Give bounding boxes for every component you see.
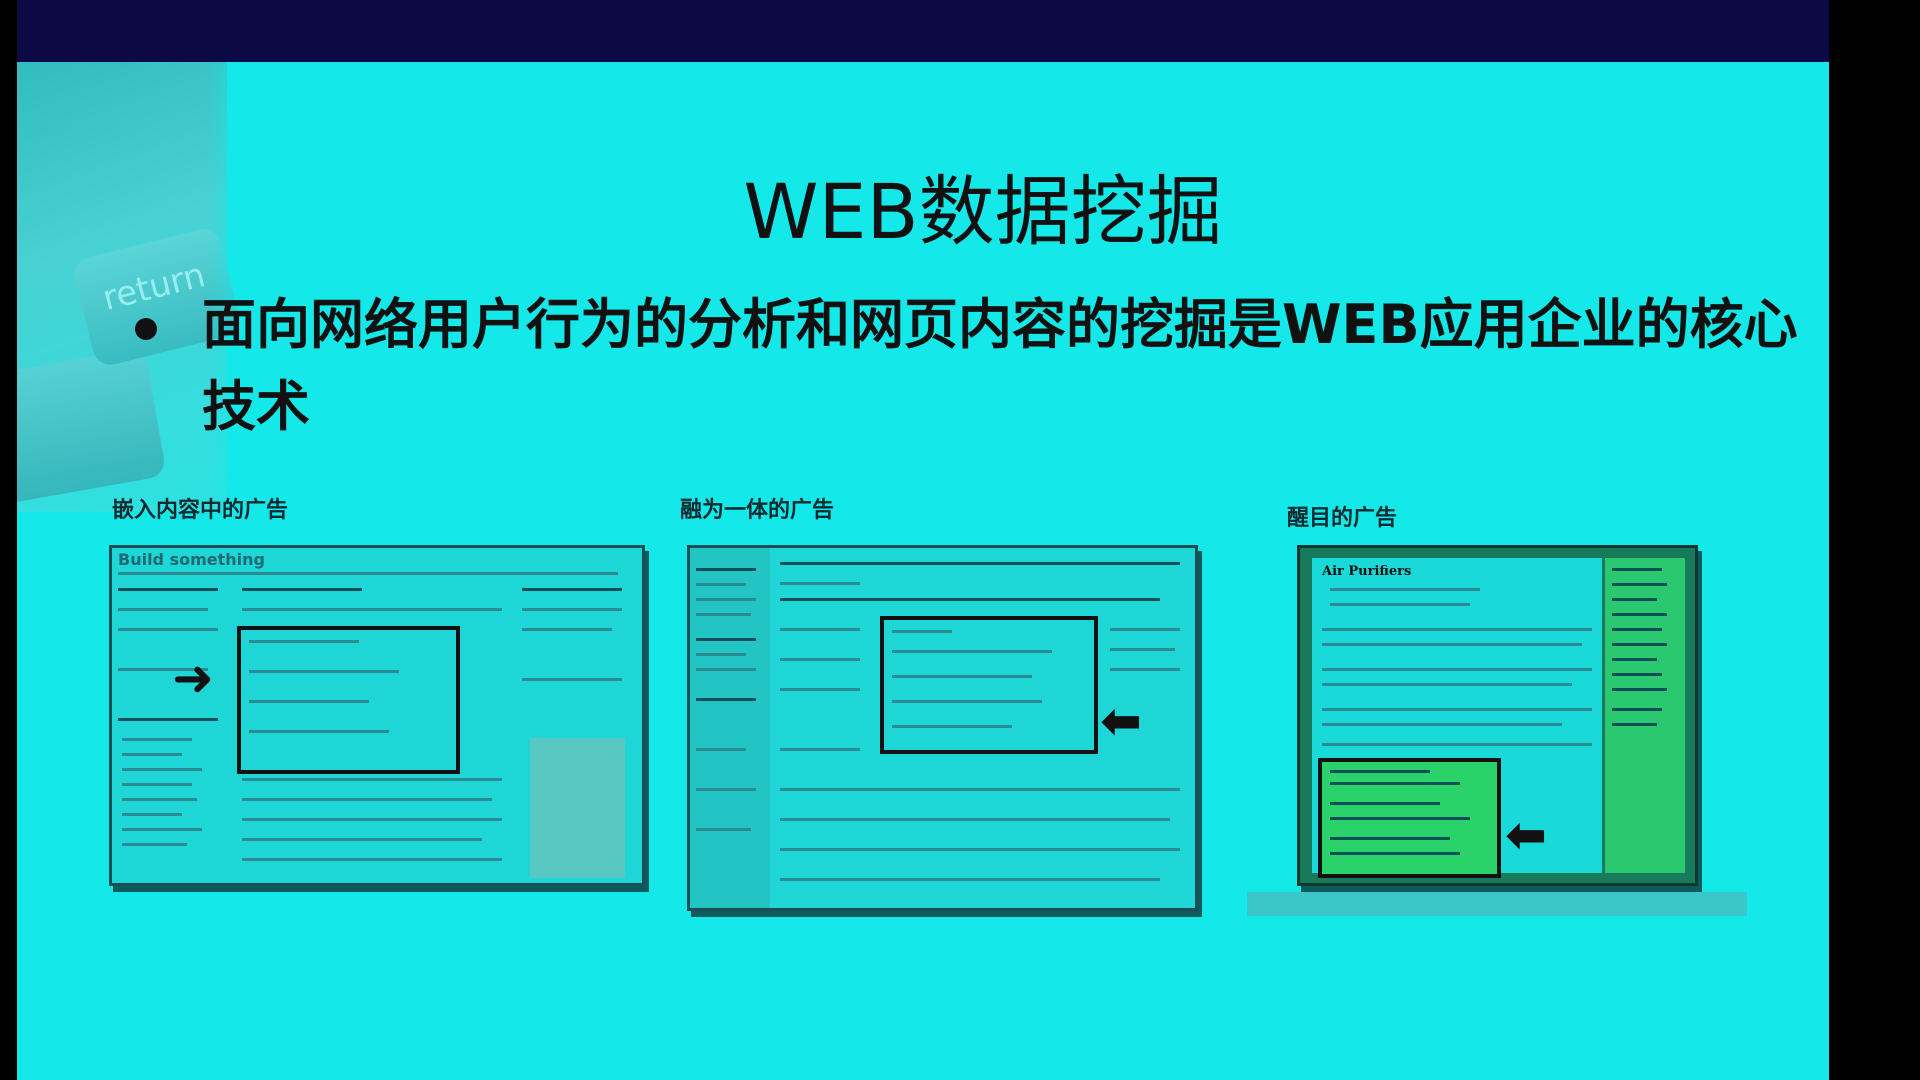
- bullet-text: 面向网络用户行为的分析和网页内容的挖掘是WEB应用企业的核心技术: [202, 293, 1798, 438]
- example-2-screenshot: ⬅: [687, 545, 1198, 911]
- example-3-screenshot: Air Purifiers ⬅: [1297, 545, 1698, 886]
- keyboard-decoration: return: [17, 62, 244, 512]
- arrow-left-icon: ⬅: [1100, 692, 1142, 750]
- bullet-icon: [135, 318, 157, 340]
- arrow-left-icon: ⬅: [1505, 806, 1547, 864]
- example-3-caption: 醒目的广告: [1287, 506, 1398, 531]
- example-1-image: [530, 738, 625, 878]
- arrow-right-icon: ➜: [172, 649, 214, 707]
- slide-top-bar: [17, 0, 1829, 62]
- example-2-caption: 融为一体的广告: [680, 498, 835, 523]
- example-2-ad-highlight: [880, 616, 1098, 754]
- example-1-caption: 嵌入内容中的广告: [112, 498, 289, 523]
- keyboard-key: [17, 347, 167, 507]
- slide-title: WEB数据挖掘: [743, 167, 1223, 256]
- example-3-heading: Air Purifiers: [1322, 564, 1412, 579]
- example-3-ad-highlight: [1318, 758, 1501, 878]
- example-1-heading: Build something: [118, 550, 265, 569]
- example-3-shelf: [1247, 892, 1747, 916]
- slide: return WEB数据挖掘 面向网络用户行为的分析和网页内容的挖掘是WEB应用…: [17, 0, 1829, 1080]
- example-1-screenshot: Build something ➜: [109, 545, 645, 886]
- example-1-ad-highlight: [237, 626, 460, 774]
